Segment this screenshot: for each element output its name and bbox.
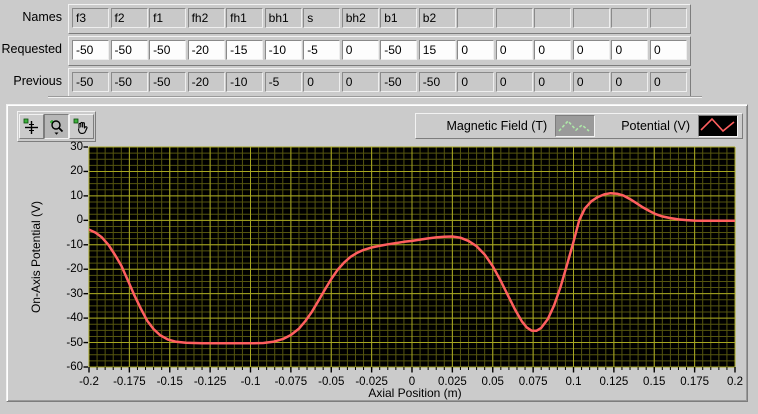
names-field: [611, 8, 649, 28]
requested-field[interactable]: 0: [495, 40, 533, 60]
legend-item-potential[interactable]: Potential (V): [621, 115, 738, 137]
names-field: s: [303, 8, 341, 28]
previous-field: -50: [149, 72, 187, 92]
requested-field[interactable]: 15: [418, 40, 456, 60]
names-field: fh2: [187, 8, 225, 28]
previous-field: -5: [264, 72, 302, 92]
previous-field: -50: [110, 72, 148, 92]
y-tick-label: 30: [70, 141, 83, 153]
cursor-tool-button[interactable]: [19, 114, 44, 139]
previous-field: 0: [572, 72, 610, 92]
magnetic-field-line-sample-icon[interactable]: [555, 115, 596, 137]
previous-field: 0: [495, 72, 533, 92]
requested-field[interactable]: 0: [611, 40, 649, 60]
requested-field[interactable]: -10: [264, 40, 302, 60]
names-field: f2: [110, 8, 148, 28]
previous-row-label: Previous: [13, 74, 62, 88]
section-divider: [48, 96, 702, 98]
names-field: [534, 8, 572, 28]
names-field: [649, 8, 687, 28]
legend-label-magnetic-field: Magnetic Field (T): [446, 119, 548, 133]
x-tick-label: 0.2: [727, 376, 743, 388]
y-tick-label: 10: [70, 189, 83, 202]
x-axis-title: Axial Position (m): [368, 386, 462, 400]
requested-field[interactable]: 0: [534, 40, 572, 60]
y-tick-label: -60: [66, 361, 83, 373]
y-tick-label: -40: [66, 312, 83, 325]
plot-area[interactable]: [83, 141, 747, 381]
previous-field: -50: [418, 72, 456, 92]
requested-field[interactable]: -15: [226, 40, 264, 60]
requested-field[interactable]: 0: [457, 40, 495, 60]
names-field: f1: [149, 8, 187, 28]
previous-field: 0: [611, 72, 649, 92]
names-field: fh1: [226, 8, 264, 28]
previous-field: 0: [649, 72, 687, 92]
hand-icon: [73, 118, 88, 134]
previous-field: -20: [187, 72, 225, 92]
requested-field[interactable]: -5: [303, 40, 341, 60]
requested-field[interactable]: 0: [572, 40, 610, 60]
names-row-label: Names: [22, 10, 62, 24]
requested-field[interactable]: -50: [110, 40, 148, 60]
names-field: [457, 8, 495, 28]
y-tick-label: -20: [66, 263, 83, 276]
names-field: [572, 8, 610, 28]
names-field: b1: [380, 8, 418, 28]
potential-line-sample-icon[interactable]: [698, 115, 738, 137]
previous-field: 0: [303, 72, 341, 92]
requested-field[interactable]: -50: [149, 40, 187, 60]
y-tick-label: -10: [66, 238, 83, 251]
magnifier-icon: [50, 120, 64, 135]
names-field: bh1: [264, 8, 302, 28]
requested-row: -50 -50 -50 -20 -15 -10 -5 0 -50 15 0 0 0 0 0 0: [68, 36, 691, 66]
xy-graph-panel: Magnetic Field (T) Potential (V) -0.2 -0.…: [6, 104, 748, 402]
crosshair-icon: [23, 118, 38, 134]
previous-field: 0: [534, 72, 572, 92]
requested-field[interactable]: 0: [341, 40, 379, 60]
y-axis-title: On-Axis Potential (V): [29, 200, 43, 314]
legend-item-magnetic-field[interactable]: Magnetic Field (T): [446, 115, 596, 137]
previous-field: -10: [226, 72, 264, 92]
previous-field: 0: [341, 72, 379, 92]
requested-field[interactable]: -20: [187, 40, 225, 60]
previous-field: -50: [72, 72, 109, 92]
names-field: f3: [72, 8, 109, 28]
previous-field: 0: [457, 72, 495, 92]
requested-field[interactable]: -50: [380, 40, 418, 60]
y-tick-label: 0: [76, 214, 83, 227]
pan-tool-button[interactable]: [69, 114, 94, 139]
names-field: [495, 8, 533, 28]
zoom-tool-button[interactable]: [44, 114, 69, 139]
names-row: f3 f2 f1 fh2 fh1 bh1 s bh2 b1 b2: [68, 4, 691, 34]
previous-row: -50 -50 -50 -20 -10 -5 0 0 -50 -50 0 0 0 0 0 0: [68, 68, 691, 98]
y-tick-label: -50: [66, 336, 83, 349]
previous-field: -50: [380, 72, 418, 92]
legend-label-potential: Potential (V): [621, 119, 690, 133]
requested-row-label: Requested: [1, 42, 62, 56]
names-field: b2: [418, 8, 456, 28]
y-tick-label: 20: [70, 165, 83, 178]
requested-field[interactable]: 0: [649, 40, 687, 60]
y-tick-label: -30: [66, 287, 83, 300]
graph-tool-palette: [17, 111, 96, 142]
requested-field[interactable]: -50: [72, 40, 109, 60]
plot-legend: Magnetic Field (T) Potential (V): [415, 113, 743, 139]
names-field: bh2: [341, 8, 379, 28]
